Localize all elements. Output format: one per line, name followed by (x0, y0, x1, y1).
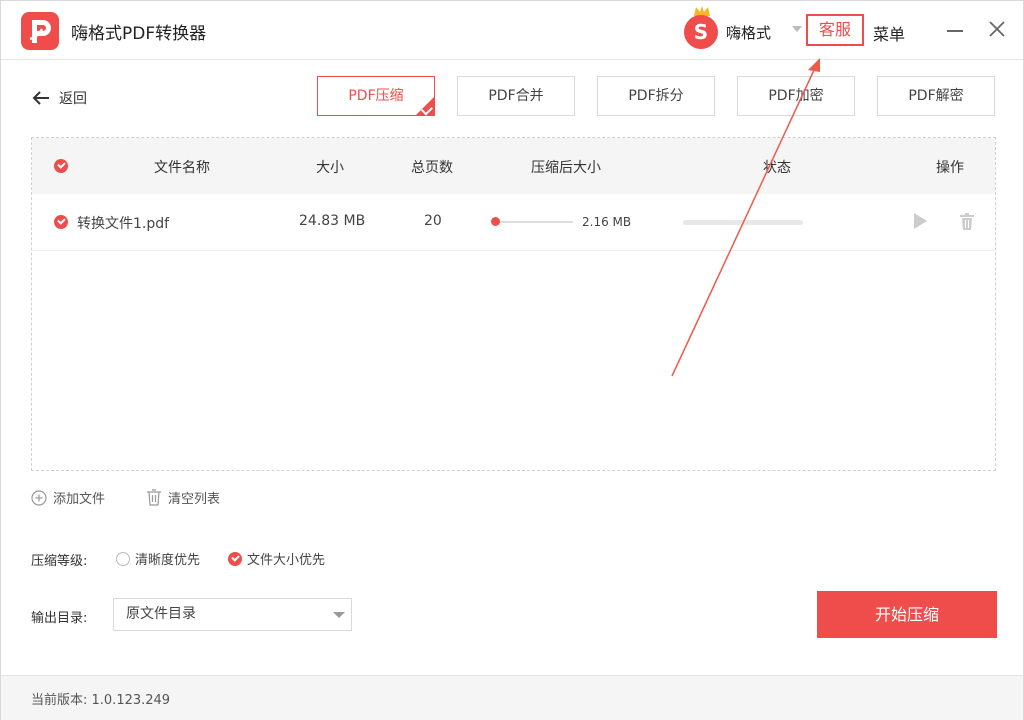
radio-checked-icon (228, 551, 242, 566)
table-header: 文件名称 大小 总页数 压缩后大小 状态 操作 (32, 138, 995, 194)
clear-list-button[interactable]: 清空列表 (146, 488, 220, 507)
menu-button[interactable]: 菜单 (873, 21, 905, 45)
radio-unchecked-icon (116, 551, 130, 566)
clear-list-label: 清空列表 (168, 492, 221, 507)
tab-label: PDF合并 (488, 88, 544, 104)
title-bar: 嗨格式PDF转换器 S 嗨格式 客服 菜单 (1, 1, 1023, 60)
column-header-size: 大小 (316, 160, 344, 176)
file-size: 24.83 MB (299, 213, 366, 229)
tab-pdf-split[interactable]: PDF拆分 (597, 76, 715, 116)
arrow-left-icon (32, 91, 49, 105)
output-dir-label: 输出目录: (31, 611, 88, 626)
column-header-actions: 操作 (936, 160, 964, 176)
output-dir-select[interactable]: 原文件目录 (113, 598, 352, 631)
trash-icon[interactable] (959, 213, 975, 231)
back-button[interactable]: 返回 (31, 87, 87, 109)
tab-pdf-merge[interactable]: PDF合并 (457, 76, 575, 116)
tab-label: PDF加密 (768, 88, 824, 104)
tab-label: PDF拆分 (628, 88, 684, 104)
status-footer: 当前版本: 1.0.123.249 (1, 675, 1023, 720)
tab-label: PDF压缩 (348, 88, 404, 104)
minimize-icon[interactable] (947, 30, 963, 32)
file-name: 转换文件1.pdf (77, 216, 170, 232)
plus-circle-icon (31, 489, 47, 506)
trash-icon (147, 489, 161, 506)
file-table: 文件名称 大小 总页数 压缩后大小 状态 操作 转换文件1.pdf 24.83 … (31, 137, 996, 471)
back-label: 返回 (59, 91, 87, 107)
output-dir-value: 原文件目录 (126, 606, 196, 622)
radio-clarity-priority[interactable]: 清晰度优先 (116, 549, 200, 568)
app-window: 嗨格式PDF转换器 S 嗨格式 客服 菜单 返回 PDF压缩 PDF合并 PDF… (0, 0, 1024, 720)
add-file-button[interactable]: 添加文件 (31, 488, 105, 507)
chevron-down-icon[interactable] (792, 26, 802, 32)
status-progress-bar (683, 220, 803, 225)
start-compress-button[interactable]: 开始压缩 (817, 591, 997, 638)
page-count: 20 (424, 213, 442, 229)
tab-pdf-compress[interactable]: PDF压缩 (317, 76, 435, 116)
column-header-compressed-size: 压缩后大小 (531, 160, 601, 176)
chevron-down-icon (333, 612, 345, 618)
radio-size-priority[interactable]: 文件大小优先 (228, 549, 325, 568)
user-avatar[interactable]: S (684, 15, 718, 49)
add-file-label: 添加文件 (53, 492, 106, 507)
app-logo-icon (21, 12, 59, 50)
tab-pdf-encrypt[interactable]: PDF加密 (737, 76, 855, 116)
play-icon[interactable] (914, 213, 927, 229)
close-icon[interactable] (988, 20, 1006, 38)
compression-slider-handle[interactable] (491, 217, 500, 226)
tab-label: PDF解密 (908, 88, 964, 104)
column-header-pages: 总页数 (411, 160, 453, 176)
compressed-size: 2.16 MB (582, 215, 632, 229)
customer-service-button[interactable]: 客服 (806, 14, 864, 46)
compression-slider-track[interactable] (497, 221, 573, 223)
row-checkbox[interactable] (54, 215, 68, 229)
radio-label: 文件大小优先 (247, 553, 326, 568)
table-row: 转换文件1.pdf 24.83 MB 20 2.16 MB (32, 194, 995, 251)
column-header-name: 文件名称 (154, 160, 210, 176)
tab-pdf-decrypt[interactable]: PDF解密 (877, 76, 995, 116)
compression-level-label: 压缩等级: (31, 554, 88, 569)
app-title: 嗨格式PDF转换器 (71, 24, 207, 44)
user-name[interactable]: 嗨格式 (726, 22, 771, 43)
column-header-status: 状态 (763, 160, 791, 176)
radio-label: 清晰度优先 (135, 553, 201, 568)
select-all-checkbox[interactable] (54, 159, 68, 173)
version-text: 当前版本: 1.0.123.249 (31, 693, 171, 708)
svg-text:S: S (694, 20, 708, 44)
